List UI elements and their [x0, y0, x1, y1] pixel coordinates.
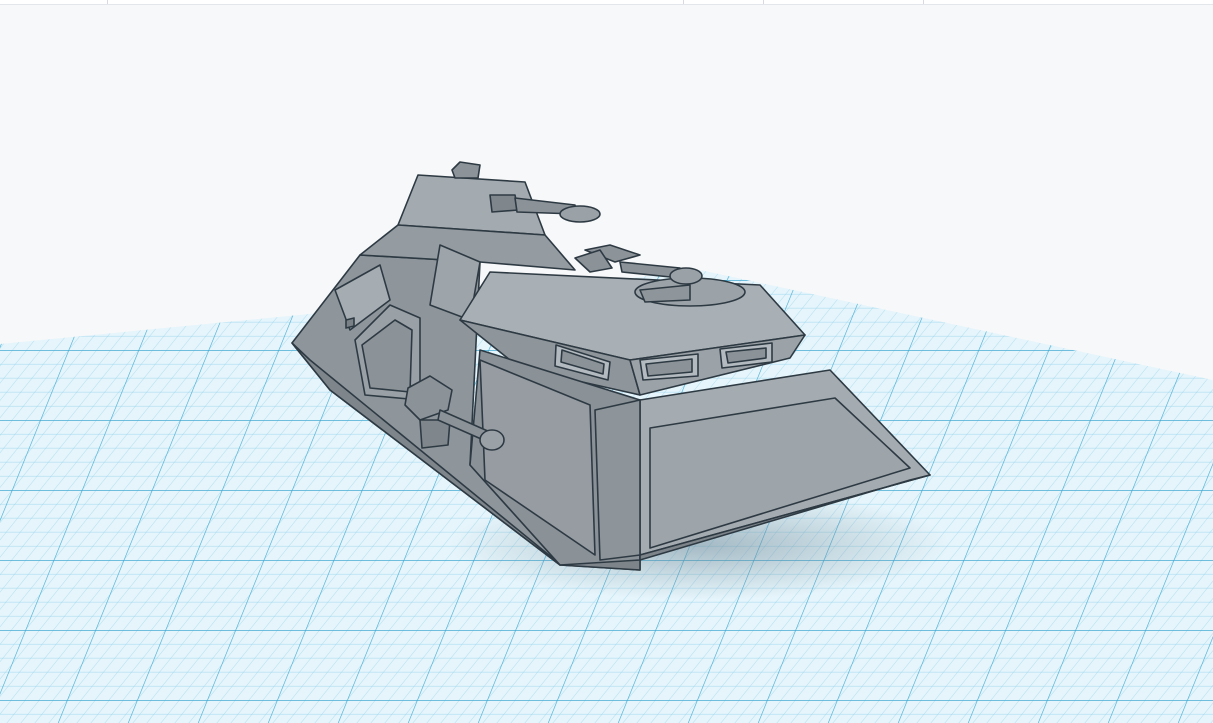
- toolbar-divider: [763, 0, 764, 4]
- toolbar-divider: [923, 0, 924, 4]
- 3d-viewport[interactable]: [0, 5, 1213, 723]
- toolbar-divider: [107, 0, 108, 4]
- toolbar-divider: [683, 0, 684, 4]
